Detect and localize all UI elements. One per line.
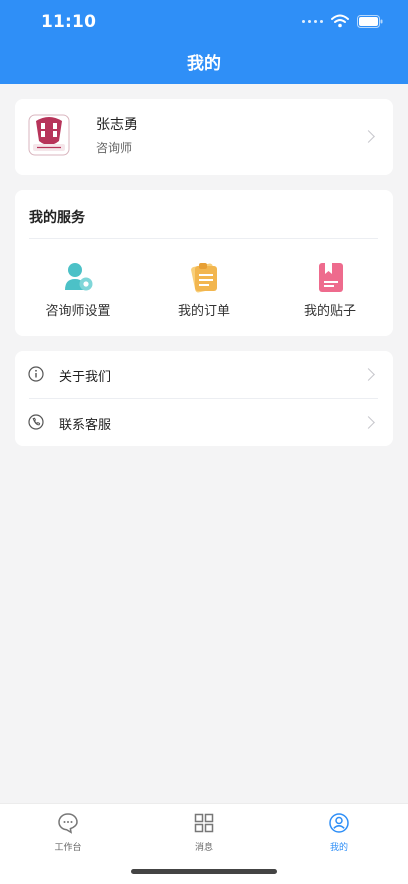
status-time: 11:10 bbox=[41, 12, 97, 32]
menu-item-customer-service[interactable]: 联系客服 bbox=[15, 399, 393, 446]
app-header: 11:10 我的 bbox=[0, 0, 408, 84]
tab-label: 工作台 bbox=[54, 843, 82, 853]
menu-card: 关于我们 联系客服 bbox=[15, 351, 393, 446]
services-card: 我的服务 咨询师设置 我的订单 我的贴子 bbox=[15, 190, 393, 336]
profile-card[interactable]: 张志勇 咨询师 bbox=[15, 99, 393, 175]
chevron-right-icon bbox=[362, 368, 375, 381]
service-label: 咨询师设置 bbox=[45, 304, 111, 319]
profile-name: 张志勇 bbox=[96, 117, 138, 133]
profile-role: 咨询师 bbox=[96, 141, 133, 155]
avatar[interactable] bbox=[25, 111, 73, 159]
info-icon bbox=[28, 366, 44, 382]
tab-label: 消息 bbox=[194, 843, 213, 853]
tab-workbench[interactable]: 工作台 bbox=[23, 812, 113, 853]
user-icon bbox=[329, 813, 349, 833]
counselor-settings-icon bbox=[61, 260, 95, 294]
home-indicator[interactable] bbox=[131, 869, 277, 874]
battery-icon bbox=[357, 14, 383, 28]
tab-messages[interactable]: 消息 bbox=[159, 812, 249, 853]
tab-mine[interactable]: 我的 bbox=[294, 812, 384, 853]
tab-label: 我的 bbox=[329, 843, 348, 853]
menu-label: 联系客服 bbox=[59, 418, 112, 433]
phone-icon bbox=[28, 414, 44, 430]
signal-icon bbox=[302, 19, 323, 23]
chevron-right-icon bbox=[362, 130, 375, 143]
menu-label: 关于我们 bbox=[59, 370, 112, 385]
services-divider bbox=[29, 238, 378, 239]
service-my-posts[interactable]: 我的贴子 bbox=[267, 260, 393, 319]
service-counselor-settings[interactable]: 咨询师设置 bbox=[15, 260, 141, 319]
post-icon bbox=[313, 260, 347, 294]
service-label: 我的贴子 bbox=[303, 304, 356, 319]
status-indicators bbox=[302, 14, 383, 28]
service-label: 我的订单 bbox=[177, 304, 230, 319]
page-title: 我的 bbox=[187, 54, 221, 74]
grid-icon bbox=[194, 813, 214, 833]
order-icon bbox=[187, 260, 221, 294]
chat-bubble-icon bbox=[58, 813, 78, 834]
wifi-icon bbox=[331, 14, 349, 28]
chevron-right-icon bbox=[362, 416, 375, 429]
service-my-orders[interactable]: 我的订单 bbox=[141, 260, 267, 319]
menu-item-about-us[interactable]: 关于我们 bbox=[15, 351, 393, 398]
services-title: 我的服务 bbox=[29, 210, 85, 226]
